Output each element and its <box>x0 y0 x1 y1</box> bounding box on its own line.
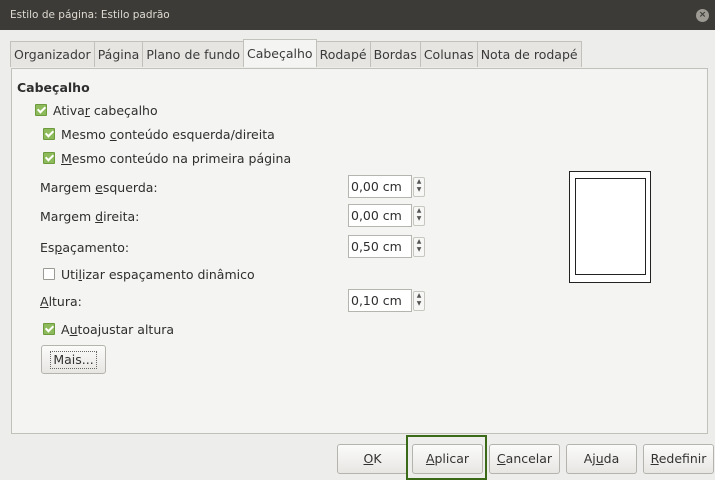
reset-button[interactable]: Redefinir <box>643 444 714 474</box>
checkbox-checked-icon[interactable] <box>43 152 55 164</box>
height-spinbox[interactable]: 0,10 cm ▲ ▼ <box>348 289 426 312</box>
apply-button[interactable]: Aplicar <box>412 444 483 474</box>
window-title: Estilo de página: Estilo padrão <box>10 9 170 21</box>
title-bar: Estilo de página: Estilo padrão × <box>0 0 715 30</box>
same-content-first-page-checkbox[interactable]: Mesmo conteúdo na primeira página <box>43 151 291 166</box>
left-margin-label: Margem esquerda: <box>40 180 158 195</box>
section-title: Cabeçalho <box>17 80 90 95</box>
spin-arrows-icon[interactable]: ▲ ▼ <box>413 206 425 226</box>
tab-plano-de-fundo[interactable]: Plano de fundo <box>142 41 244 67</box>
right-margin-label: Margem direita: <box>40 209 140 224</box>
spin-arrows-icon[interactable]: ▲ ▼ <box>413 237 425 257</box>
cancel-button[interactable]: Cancelar <box>489 444 560 474</box>
page-preview-content <box>575 178 646 275</box>
same-content-lr-checkbox[interactable]: Mesmo conteúdo esquerda/direita <box>43 127 275 142</box>
help-button[interactable]: Ajuda <box>566 444 637 474</box>
tab-colunas[interactable]: Colunas <box>419 41 478 67</box>
checkbox-unchecked-icon[interactable] <box>43 268 55 280</box>
tab-bordas[interactable]: Bordas <box>369 41 421 67</box>
left-margin-spinbox[interactable]: 0,00 cm ▲ ▼ <box>348 175 426 198</box>
height-label: Altura: <box>40 294 82 309</box>
checkbox-checked-icon[interactable] <box>35 104 47 116</box>
tab-pagina[interactable]: Página <box>93 41 144 67</box>
autofit-height-checkbox[interactable]: Autoajustar altura <box>43 322 174 337</box>
close-icon[interactable]: × <box>696 9 709 22</box>
spacing-label: Espaçamento: <box>40 240 130 255</box>
height-input[interactable]: 0,10 cm <box>348 289 412 312</box>
tab-rodape[interactable]: Rodapé <box>315 41 371 67</box>
tab-nota-de-rodape[interactable]: Nota de rodapé <box>476 41 582 67</box>
right-margin-input[interactable]: 0,00 cm <box>348 204 412 227</box>
spin-arrows-icon[interactable]: ▲ ▼ <box>413 291 425 311</box>
spacing-spinbox[interactable]: 0,50 cm ▲ ▼ <box>348 235 426 258</box>
more-button[interactable]: Mais... <box>41 345 106 374</box>
left-margin-input[interactable]: 0,00 cm <box>348 175 412 198</box>
tab-bar: Organizador Página Plano de fundo Cabeça… <box>10 39 582 68</box>
checkbox-checked-icon[interactable] <box>43 128 55 140</box>
spin-arrows-icon[interactable]: ▲ ▼ <box>413 177 425 197</box>
right-margin-spinbox[interactable]: 0,00 cm ▲ ▼ <box>348 204 426 227</box>
tab-organizador[interactable]: Organizador <box>10 41 95 67</box>
dynamic-spacing-checkbox[interactable]: Utilizar espaçamento dinâmico <box>43 267 255 282</box>
checkbox-checked-icon[interactable] <box>43 323 55 335</box>
spacing-input[interactable]: 0,50 cm <box>348 235 412 258</box>
tab-cabecalho[interactable]: Cabeçalho <box>242 39 317 67</box>
ok-button[interactable]: OK <box>337 444 408 474</box>
enable-header-checkbox[interactable]: Ativar cabeçalho <box>35 103 158 118</box>
